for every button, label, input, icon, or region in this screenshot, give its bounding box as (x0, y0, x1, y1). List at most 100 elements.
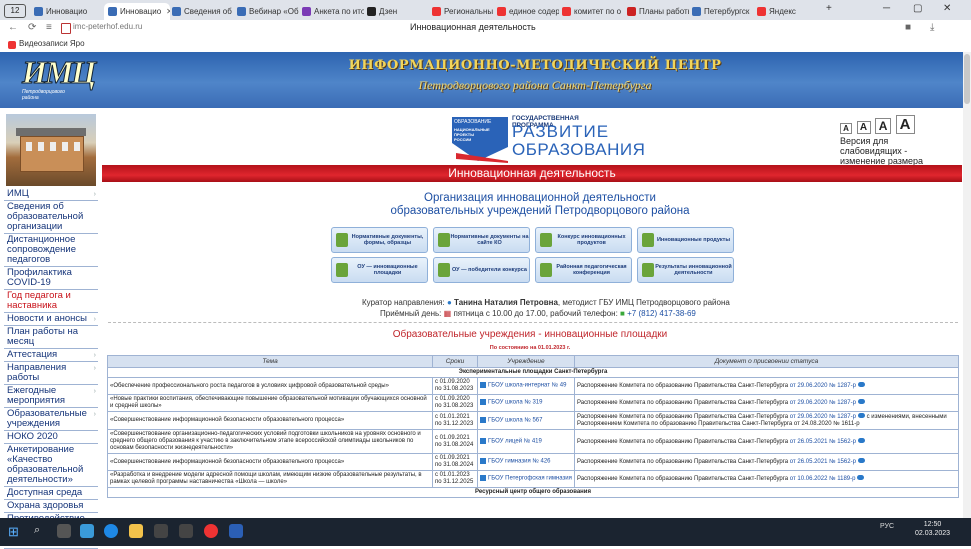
store-icon[interactable] (154, 524, 168, 538)
document-link[interactable]: от 29.06.2020 № 1287-р (790, 414, 856, 420)
school-link[interactable]: ГБОУ гимназия № 426 (488, 459, 551, 465)
sidebar-item[interactable]: Новости и анонсы › (4, 313, 98, 326)
document-icon (438, 233, 450, 247)
download-cloud-icon[interactable] (857, 475, 865, 480)
school-link[interactable]: ГБОУ школа № 319 (488, 400, 542, 406)
maximize-icon[interactable]: ▢ (913, 3, 922, 14)
app2-icon[interactable] (179, 524, 193, 538)
download-cloud-icon[interactable] (857, 413, 865, 418)
sidebar-item[interactable]: Анкетирование «Качество образовательной … (4, 444, 98, 487)
document-icon (642, 263, 654, 277)
browser-tab[interactable]: Инновацио (30, 3, 96, 20)
table-section-row: Ресурсный центр общего образования (107, 487, 959, 498)
sidebar-item[interactable]: НОКО 2020 (4, 431, 98, 444)
sidebar-item[interactable]: Доступная среда (4, 487, 98, 500)
browser-tab[interactable]: Инновацио ✕ (104, 3, 170, 20)
font-size-controls: A A A A (840, 115, 950, 134)
browser-tab[interactable]: Анкета по ито (298, 3, 364, 20)
yandex-menu-icon[interactable]: ≡ (46, 22, 52, 33)
phone-number[interactable]: +7 (812) 417-38-69 (627, 309, 696, 318)
font-size-xlarge-button[interactable]: A (895, 115, 915, 134)
document-link[interactable]: от 26.05.2021 № 1562-р (790, 459, 856, 465)
school-link[interactable]: ГБОУ школа-интернат № 49 (488, 383, 566, 389)
sidebar-item[interactable]: Профилактика COVID-19 (4, 267, 98, 290)
nav-tile[interactable]: Районная педагогическая конференция (535, 257, 632, 283)
nav-tile[interactable]: Результаты инновационной деятельности (637, 257, 734, 283)
nav-tile-label: Нормативные документы на сайте КО (450, 234, 529, 246)
language-indicator[interactable]: РУС (880, 523, 894, 530)
file-explorer-icon[interactable] (129, 524, 143, 538)
browser-tab[interactable]: Планы работы (623, 3, 689, 20)
download-cloud-icon[interactable] (857, 437, 865, 443)
close-window-icon[interactable]: ✕ (943, 3, 951, 14)
browser-tab[interactable]: Региональны (428, 3, 494, 20)
windows-start-icon[interactable]: ⊞ (8, 524, 19, 540)
nav-tile[interactable]: Нормативные документы, формы, образцы (331, 227, 428, 253)
sidebar-item[interactable]: ИМЦ › (4, 188, 98, 201)
browser-tab[interactable]: единое содер (493, 3, 559, 20)
sidebar-item[interactable]: Дистанционное сопровождение педагогов (4, 234, 98, 267)
sidebar-item[interactable]: Образовательные учреждения › (4, 408, 98, 431)
download-icon[interactable]: ⤓ (930, 22, 934, 33)
document-cell: Распоряжение Комитета по образованию Пра… (574, 411, 959, 430)
back-icon[interactable]: ← (8, 22, 18, 33)
scrollbar[interactable] (963, 52, 971, 518)
document-icon (336, 263, 348, 277)
browser-tab[interactable]: Петербургск (688, 3, 754, 20)
document-link[interactable]: от 29.06.2020 № 1287-р (790, 383, 856, 389)
nav-tile[interactable]: ОУ — инновационные площадки (331, 257, 428, 283)
sidebar-item[interactable]: Направления работы › (4, 362, 98, 385)
scrollbar-thumb[interactable] (964, 54, 970, 104)
nav-tile[interactable]: ОУ — победители конкурса (433, 257, 530, 283)
nav-tile[interactable]: Инновационные продукты (637, 227, 734, 253)
sidebar-item[interactable]: Сведения об образовательной организации (4, 201, 98, 234)
school-link[interactable]: ГБОУ Петергофская гимназия (488, 476, 572, 482)
table-row: «Совершенствование информационной безопа… (107, 453, 959, 471)
url-field[interactable]: imc-peterhof.edu.ru (73, 22, 142, 31)
edge-icon[interactable] (104, 524, 118, 538)
tab-count-button[interactable]: 12 (4, 4, 26, 18)
new-tab-icon[interactable]: + (826, 3, 832, 14)
clock-date: 02.03.2023 (915, 530, 951, 537)
reload-icon[interactable]: ⟳ (28, 22, 36, 33)
download-cloud-icon[interactable] (857, 382, 865, 387)
bookmark-item[interactable]: Видеозаписи Яро (19, 39, 85, 48)
imc-logo[interactable]: ИМЦ Петродворцового района (22, 55, 97, 102)
section-title: Инновационная деятельность (448, 166, 616, 180)
browser-tab[interactable]: Яндекс (753, 3, 819, 20)
document-link[interactable]: от 10.06.2022 № 1189-р (790, 476, 856, 482)
word-icon[interactable] (229, 524, 243, 538)
sidebar-item[interactable]: Охрана здоровья (4, 500, 98, 513)
sidebar-item[interactable]: План работы на месяц (4, 326, 98, 349)
document-link[interactable]: от 29.06.2020 № 1287-р (790, 400, 856, 406)
download-cloud-icon[interactable] (857, 399, 865, 404)
task-view-icon[interactable] (57, 524, 71, 538)
sidebar-item[interactable]: Год педагога и наставника (4, 290, 98, 313)
bookmark-icon[interactable]: ■ (905, 22, 911, 33)
browser-tab[interactable]: комитет по о (558, 3, 624, 20)
search-icon[interactable]: ⌕ (34, 524, 40, 537)
nav-tile[interactable]: Конкурс инновационных продуктов (535, 227, 632, 253)
clock[interactable]: 12:50 02.03.2023 (915, 520, 950, 538)
tab-favicon-icon (432, 7, 441, 16)
font-size-small-button[interactable]: A (840, 123, 852, 134)
app-icon[interactable] (80, 524, 94, 538)
school-link[interactable]: ГБОУ лицей № 419 (488, 438, 542, 444)
sidebar-item[interactable]: Аттестация › (4, 349, 98, 362)
browser-tab[interactable]: Сведения об (168, 3, 234, 20)
browser-tab[interactable]: Вебинар «Об (233, 3, 299, 20)
download-cloud-icon[interactable] (857, 458, 865, 463)
razvitie-obrazovaniya-logo[interactable]: ОБРАЗОВАНИЕ НАЦИОНАЛЬНЫЕ ПРОЕКТЫ РОССИИ … (448, 113, 645, 165)
document-link[interactable]: от 26.05.2021 № 1562-р (790, 439, 856, 445)
nav-tile[interactable]: Нормативные документы на сайте КО (433, 227, 530, 253)
font-size-large-button[interactable]: A (875, 118, 892, 134)
school-link[interactable]: ГБОУ школа № 567 (488, 417, 542, 423)
minimize-icon[interactable]: ─ (883, 3, 890, 14)
sidebar-item-label: Аттестация (7, 349, 58, 360)
font-size-medium-button[interactable]: A (856, 121, 871, 134)
org-title-line1: Организация инновационной деятельности (424, 192, 656, 204)
dates-cell: с 01.09.2020 по 31.08.2023 (432, 377, 478, 395)
browser-tab[interactable]: Дзен (363, 3, 429, 20)
yandex-browser-icon[interactable] (204, 524, 218, 538)
sidebar-item[interactable]: Ежегодные мероприятия › (4, 385, 98, 408)
